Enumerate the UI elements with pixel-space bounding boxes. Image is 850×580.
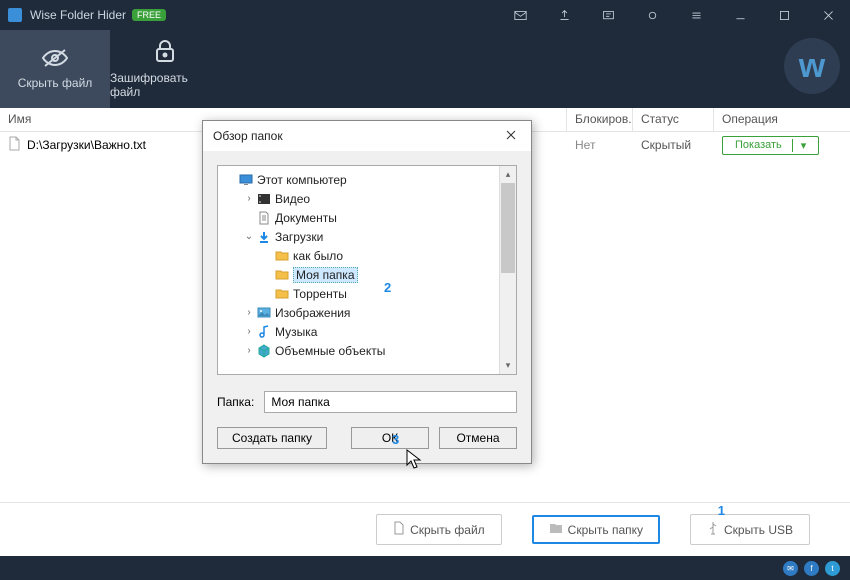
cancel-button[interactable]: Отмена [439, 427, 517, 449]
col-status[interactable]: Статус [633, 108, 714, 131]
tree-item[interactable]: Торренты [220, 284, 514, 303]
tree-label: Изображения [275, 306, 350, 320]
tree-item[interactable]: Этот компьютер [220, 170, 514, 189]
folder-label: Папка: [217, 395, 254, 409]
tree-label: Видео [275, 192, 310, 206]
file-icon [8, 136, 21, 154]
show-button[interactable]: Показать ▾ [722, 136, 819, 155]
encrypt-file-tab[interactable]: Зашифровать файл [110, 30, 220, 108]
col-lock[interactable]: Блокиров... [567, 108, 633, 131]
menu-icon[interactable] [674, 0, 718, 30]
tree-label: Моя папка [293, 267, 358, 283]
tree-label: Торренты [293, 287, 347, 301]
pc-icon [238, 174, 254, 186]
chevron-down-icon[interactable]: ▾ [792, 139, 807, 152]
tree-label: Объемные объекты [275, 344, 385, 358]
encrypt-file-label: Зашифровать файл [110, 71, 220, 99]
annotation-1: 1 [718, 503, 725, 518]
annotation-3: 3 [392, 432, 399, 447]
app-title: Wise Folder Hider [30, 8, 126, 22]
tree-item[interactable]: › Музыка [220, 322, 514, 341]
folder-icon [274, 250, 290, 261]
annotation-2: 2 [384, 280, 391, 295]
down-icon [256, 230, 272, 244]
expand-icon[interactable]: › [242, 193, 256, 204]
col-operation[interactable]: Операция [714, 108, 834, 131]
video-icon [256, 193, 272, 205]
tree-item[interactable]: › Изображения [220, 303, 514, 322]
tree-item[interactable]: › Объемные объекты [220, 341, 514, 360]
tree-item[interactable]: › Видео [220, 189, 514, 208]
expand-icon[interactable]: › [242, 326, 256, 337]
file-path: D:\Загрузки\Важно.txt [27, 138, 146, 152]
file-icon [393, 521, 405, 538]
minimize-button[interactable] [718, 0, 762, 30]
mail-icon[interactable] [498, 0, 542, 30]
dialog-close-button[interactable] [501, 125, 521, 148]
scroll-thumb[interactable] [501, 183, 515, 273]
image-icon [256, 307, 272, 318]
scroll-up-icon[interactable]: ▴ [500, 166, 516, 183]
main-toolbar: Скрыть файл Зашифровать файл w [0, 30, 850, 108]
facebook-icon[interactable]: f [804, 561, 819, 576]
brand-logo: w [784, 38, 840, 94]
tree-label: Документы [275, 211, 337, 225]
tree-item[interactable]: Моя папка [220, 265, 514, 284]
expand-icon[interactable]: › [242, 345, 256, 356]
scroll-down-icon[interactable]: ▾ [500, 357, 516, 374]
tree-item[interactable]: ⌄ Загрузки [220, 227, 514, 246]
expand-icon[interactable]: ⌄ [242, 231, 256, 242]
maximize-button[interactable] [762, 0, 806, 30]
titlebar: Wise Folder Hider FREE [0, 0, 850, 30]
feedback-icon[interactable] [586, 0, 630, 30]
usb-icon [707, 521, 719, 538]
status-value: Скрытый [633, 138, 714, 152]
tree-label: Музыка [275, 325, 317, 339]
lock-value: Нет [567, 138, 633, 152]
cube-icon [256, 344, 272, 358]
tree-item[interactable]: Документы [220, 208, 514, 227]
hide-file-tab[interactable]: Скрыть файл [0, 30, 110, 108]
folder-browse-dialog: Обзор папок Этот компьютер›ВидеоДокумент… [202, 120, 532, 464]
tree-label: как было [293, 249, 343, 263]
close-button[interactable] [806, 0, 850, 30]
folder-tree[interactable]: Этот компьютер›ВидеоДокументы⌄Загрузкика… [217, 165, 517, 375]
hide-file-label: Скрыть файл [18, 76, 93, 90]
hide-usb-button[interactable]: Скрыть USB [690, 514, 810, 545]
tree-label: Загрузки [275, 230, 323, 244]
statusbar: ✉ f t [0, 556, 850, 580]
dialog-titlebar: Обзор папок [203, 121, 531, 151]
app-logo [8, 8, 22, 22]
folder-icon [274, 269, 290, 280]
hide-folder-button[interactable]: Скрыть папку [532, 515, 660, 544]
music-icon [256, 325, 272, 339]
tree-item[interactable]: как было [220, 246, 514, 265]
folder-icon [549, 522, 563, 537]
folder-icon [274, 288, 290, 299]
ok-button[interactable]: ОК [351, 427, 429, 449]
create-folder-button[interactable]: Создать папку [217, 427, 327, 449]
theme-icon[interactable] [630, 0, 674, 30]
twitter-icon[interactable]: t [825, 561, 840, 576]
folder-input[interactable] [264, 391, 517, 413]
free-badge: FREE [132, 9, 166, 21]
tree-label: Этот компьютер [257, 173, 347, 187]
hide-file-button[interactable]: Скрыть файл [376, 514, 502, 545]
mail-link-icon[interactable]: ✉ [783, 561, 798, 576]
doc-icon [256, 211, 272, 225]
dialog-title: Обзор папок [213, 129, 283, 143]
update-icon[interactable] [542, 0, 586, 30]
expand-icon[interactable]: › [242, 307, 256, 318]
scrollbar[interactable]: ▴ ▾ [499, 166, 516, 374]
lock-icon [154, 39, 176, 66]
eye-slash-icon [41, 48, 69, 71]
